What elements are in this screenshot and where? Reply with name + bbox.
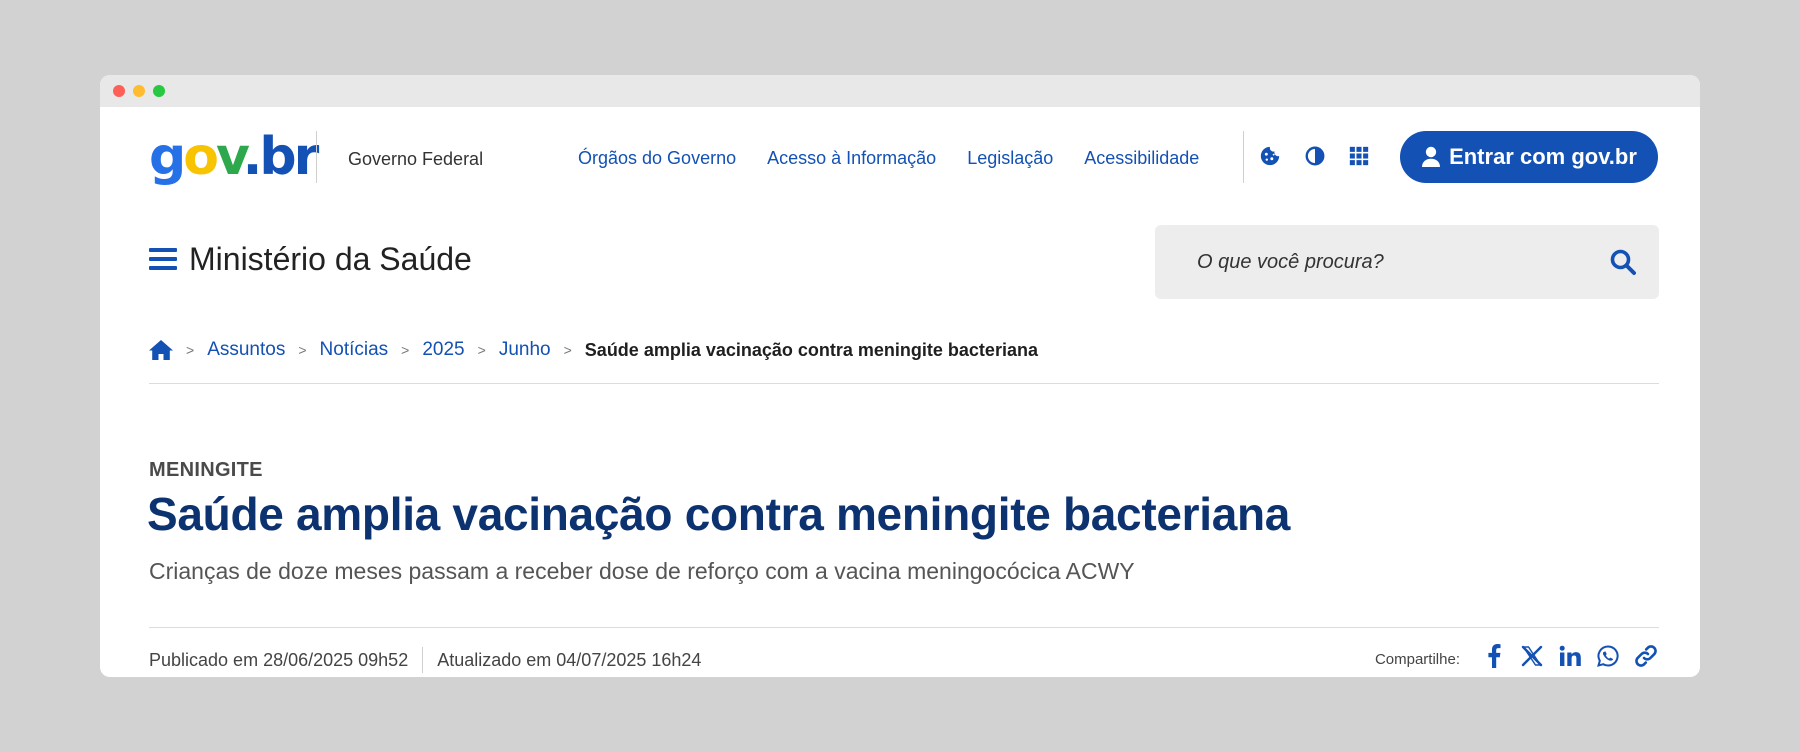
published-date: Publicado em 28/06/2025 09h52 <box>149 649 409 670</box>
maximize-window-button[interactable] <box>153 85 165 97</box>
header-divider <box>316 131 317 183</box>
breadcrumb-separator: > <box>298 342 307 358</box>
logo-letter-v: v <box>215 127 246 187</box>
breadcrumb-separator: > <box>401 342 410 358</box>
search-input[interactable] <box>1155 225 1595 299</box>
breadcrumb: > Assuntos > Notícias > 2025 > Junho > S… <box>149 337 1038 363</box>
meta-divider <box>422 647 424 673</box>
window-titlebar <box>100 75 1700 107</box>
facebook-icon[interactable] <box>1482 644 1506 668</box>
apps-grid-icon[interactable] <box>1346 143 1372 169</box>
breadcrumb-separator: > <box>186 342 195 358</box>
breadcrumb-item-noticias[interactable]: Notícias <box>320 339 389 361</box>
breadcrumb-item-junho[interactable]: Junho <box>499 339 551 361</box>
article-subtitle: Crianças de doze meses passam a receber … <box>149 558 1135 584</box>
share-bar: Compartilhe: <box>1375 644 1658 668</box>
updated-date: Atualizado em 04/07/2025 16h24 <box>437 649 702 670</box>
article-title: Saúde amplia vacinação contra meningite … <box>147 488 1291 540</box>
login-button-label: Entrar com gov.br <box>1449 144 1637 169</box>
breadcrumb-current: Saúde amplia vacinação contra meningite … <box>584 339 1038 360</box>
x-icon[interactable] <box>1520 644 1544 668</box>
nav-link-acessibilidade[interactable]: Acessibilidade <box>1084 148 1199 169</box>
breadcrumb-separator: > <box>563 342 572 358</box>
browser-window: gov.br Governo Federal Órgãos do Governo… <box>100 75 1700 677</box>
top-navigation: Órgãos do Governo Acesso à Informação Le… <box>578 148 1199 169</box>
link-icon[interactable] <box>1634 644 1658 668</box>
cookie-icon[interactable] <box>1257 143 1283 169</box>
article-kicker: MENINGITE <box>149 459 263 481</box>
breadcrumb-separator: > <box>477 342 486 358</box>
nav-divider <box>1243 131 1244 183</box>
nav-link-acesso-informacao[interactable]: Acesso à Informação <box>767 148 936 169</box>
search-icon[interactable] <box>1609 248 1637 276</box>
close-window-button[interactable] <box>113 85 125 97</box>
breadcrumb-divider <box>149 383 1659 384</box>
govbr-logo[interactable]: gov.br <box>149 127 320 187</box>
nav-link-legislacao[interactable]: Legislação <box>967 148 1053 169</box>
linkedin-icon[interactable] <box>1558 644 1582 668</box>
org-name: Governo Federal <box>348 149 484 169</box>
logo-letter-o: o <box>183 127 219 187</box>
page-content: gov.br Governo Federal Órgãos do Governo… <box>100 107 1700 677</box>
home-icon[interactable] <box>149 339 173 361</box>
user-icon <box>1421 146 1441 168</box>
share-label: Compartilhe: <box>1374 650 1460 668</box>
meta-top-divider <box>149 627 1659 628</box>
whatsapp-icon[interactable] <box>1596 644 1620 668</box>
hamburger-menu-icon[interactable] <box>149 248 177 272</box>
logo-letter-g: g <box>149 127 186 187</box>
breadcrumb-item-assuntos[interactable]: Assuntos <box>207 339 285 361</box>
login-govbr-button[interactable]: Entrar com gov.br <box>1400 131 1658 183</box>
search-box <box>1155 225 1659 299</box>
site-title[interactable]: Ministério da Saúde <box>189 241 472 278</box>
logo-suffix-br: .br <box>242 127 320 187</box>
article-meta: Publicado em 28/06/2025 09h52 Atualizado… <box>149 647 701 673</box>
nav-link-orgaos[interactable]: Órgãos do Governo <box>578 148 736 169</box>
contrast-icon[interactable] <box>1302 143 1328 169</box>
minimize-window-button[interactable] <box>133 85 145 97</box>
breadcrumb-item-2025[interactable]: 2025 <box>422 339 464 361</box>
